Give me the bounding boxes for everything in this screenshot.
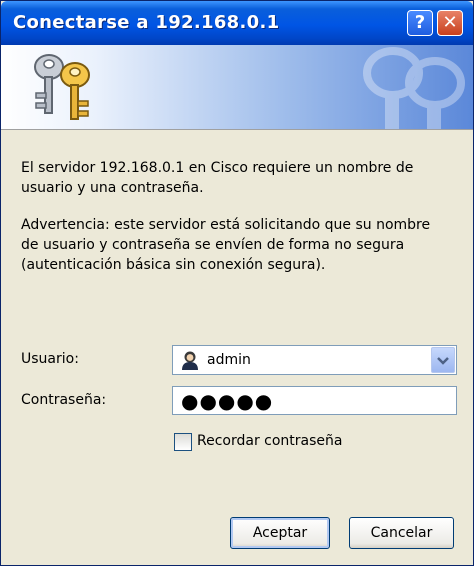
dialog-banner bbox=[1, 45, 473, 130]
window-title: Conectarse a 192.168.0.1 bbox=[13, 12, 280, 33]
username-combobox[interactable]: admin bbox=[172, 345, 457, 375]
ok-button[interactable]: Aceptar bbox=[230, 517, 330, 549]
password-input[interactable]: ●●●●● bbox=[172, 386, 457, 415]
user-icon bbox=[182, 351, 198, 370]
close-button[interactable]: ✕ bbox=[437, 10, 463, 36]
warning-line-3: (autenticación básica sin conexión segur… bbox=[21, 257, 326, 273]
keys-icon bbox=[34, 54, 90, 120]
remember-password-label[interactable]: Recordar contraseña bbox=[197, 433, 342, 449]
username-dropdown-button[interactable] bbox=[431, 347, 455, 373]
server-message-line-2: usuario y una contraseña. bbox=[21, 180, 204, 196]
remember-password-checkbox[interactable] bbox=[174, 433, 192, 451]
warning-line-2: de usuario y contraseña se envíen de for… bbox=[21, 237, 405, 253]
close-icon: ✕ bbox=[442, 12, 458, 33]
user-label: Usuario: bbox=[21, 351, 79, 367]
password-value: ●●●●● bbox=[181, 389, 274, 413]
server-message-line-1: El servidor 192.168.0.1 en Cisco requier… bbox=[21, 160, 414, 176]
login-dialog: Conectarse a 192.168.0.1 ? ✕ El servidor… bbox=[0, 0, 474, 566]
warning-line-1: Advertencia: este servidor está solicita… bbox=[21, 217, 431, 233]
cancel-button[interactable]: Cancelar bbox=[349, 517, 454, 549]
password-label: Contraseña: bbox=[21, 392, 107, 408]
chevron-down-icon bbox=[437, 357, 449, 365]
keys-watermark-icon bbox=[363, 47, 465, 129]
username-value: admin bbox=[207, 352, 251, 368]
help-icon: ? bbox=[414, 12, 426, 33]
title-bar[interactable]: Conectarse a 192.168.0.1 ? ✕ bbox=[1, 1, 473, 45]
help-button[interactable]: ? bbox=[407, 10, 433, 36]
